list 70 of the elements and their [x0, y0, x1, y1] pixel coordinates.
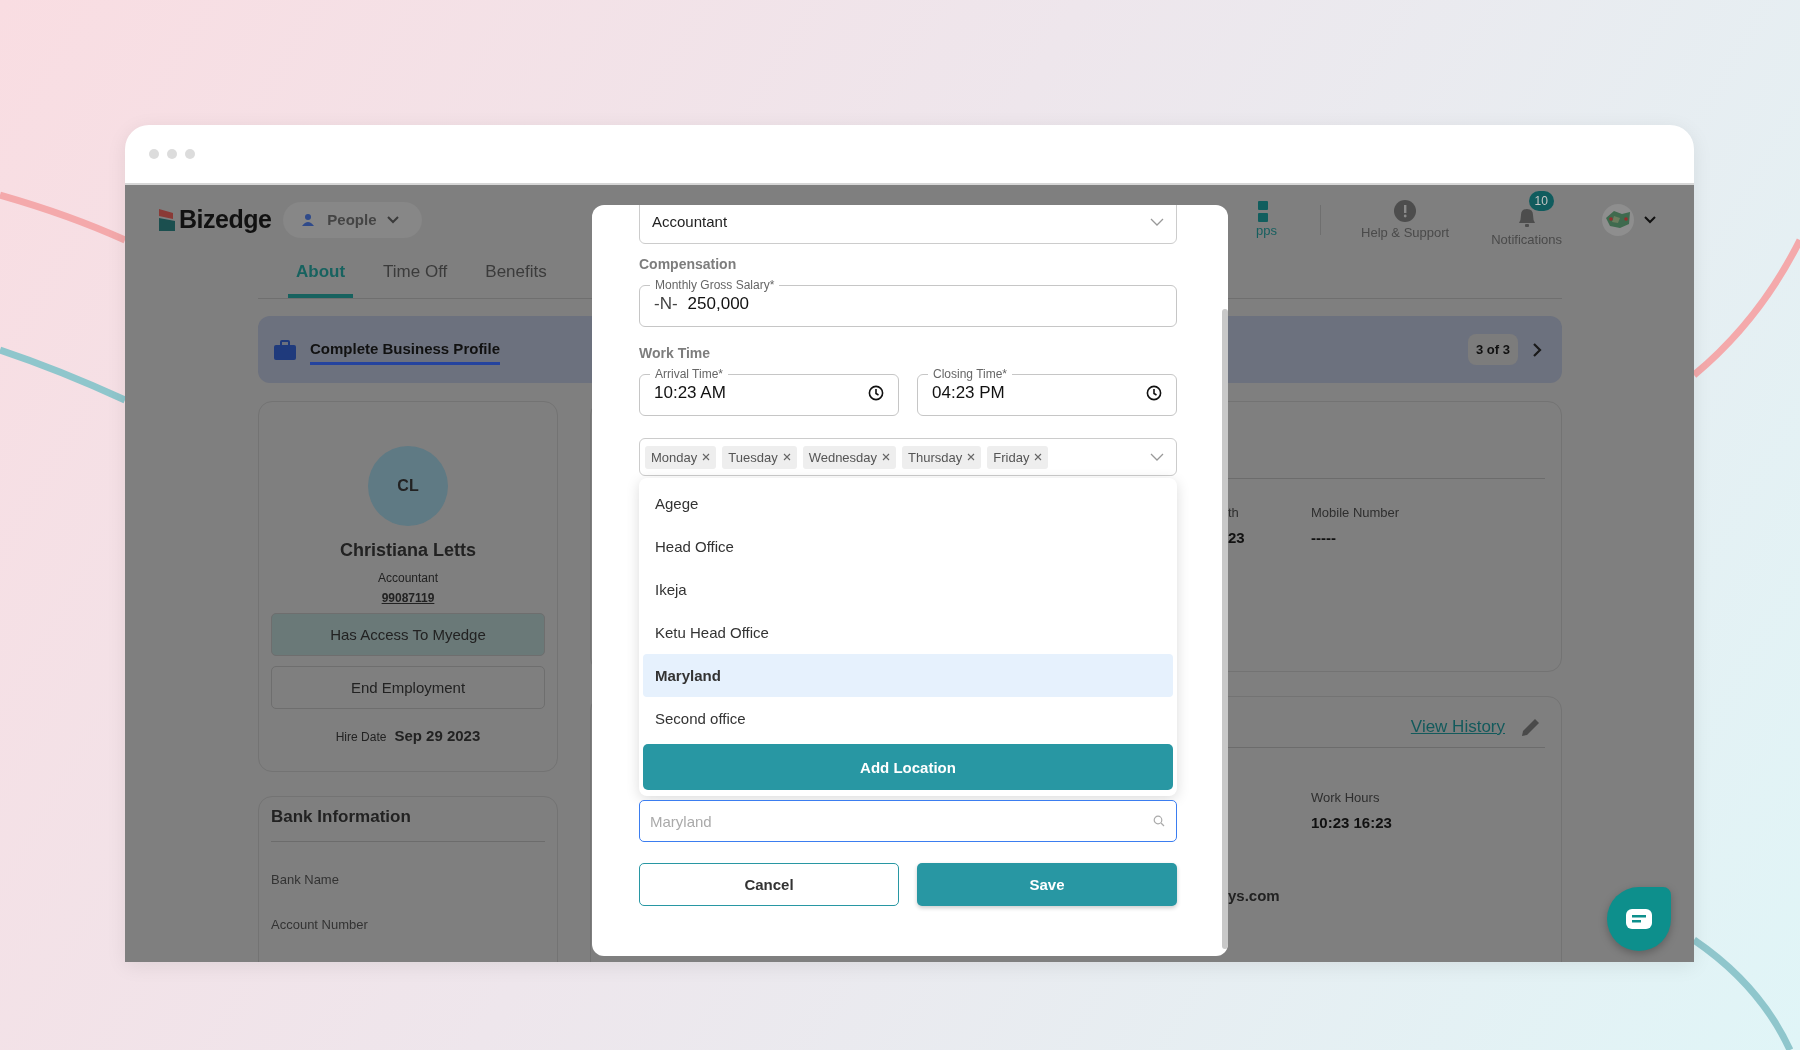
access-button[interactable]: Has Access To Myedge [271, 613, 545, 656]
dropdown-option[interactable]: Ketu Head Office [643, 611, 1173, 654]
section-heading: Compensation [639, 256, 738, 272]
chat-button[interactable] [1607, 887, 1671, 951]
hire-date-label: Hire Date [335, 730, 387, 744]
remove-icon[interactable] [967, 453, 976, 461]
salary-field[interactable]: Monthly Gross Salary* -N- 250,000 [639, 278, 1177, 327]
field-value: 23 [1228, 529, 1246, 546]
alert-icon [1394, 199, 1417, 222]
tab[interactable]: Benefits [477, 254, 555, 298]
section-heading: Work Time [639, 345, 712, 361]
job-title-select[interactable]: Accountant [639, 205, 1177, 244]
employee-role: Accountant [377, 571, 438, 585]
logo-icon [157, 206, 177, 233]
remove-icon[interactable] [782, 453, 791, 461]
clock-icon[interactable] [868, 385, 884, 401]
chat-bubble-icon [1626, 909, 1652, 929]
work-days-select[interactable]: Monday Tuesday Wednesday Thursday Friday [639, 438, 1177, 476]
field-label: Bank Name [271, 872, 340, 887]
remove-icon[interactable] [1034, 453, 1043, 461]
cancel-button[interactable]: Cancel [639, 863, 899, 906]
window-dot [149, 149, 159, 159]
chevron-down-icon[interactable] [1644, 215, 1656, 224]
initials-avatar: CL [368, 446, 448, 526]
field-value: ----- [1311, 529, 1337, 546]
employee-name: Christiana Letts [340, 540, 476, 561]
field-value: ys.com [1228, 887, 1281, 904]
grid-icon [1256, 201, 1268, 223]
save-button[interactable]: Save [917, 863, 1177, 906]
tab[interactable]: Time Off [375, 254, 456, 298]
day-chip: Thursday [902, 445, 982, 469]
day-chip: Wednesday [802, 445, 897, 469]
add-location-button[interactable]: Add Location [643, 744, 1173, 790]
time-field[interactable]: Closing Time* 04:23 PM [917, 367, 1177, 416]
clock-icon[interactable] [1146, 385, 1162, 401]
day-chip: Tuesday [722, 445, 797, 469]
window-dot [185, 149, 195, 159]
dropdown-option[interactable]: Maryland [643, 654, 1173, 697]
step-counter: 3 of 3 [1468, 334, 1518, 365]
dropdown-option[interactable]: Second office [643, 697, 1173, 740]
dropdown-option[interactable]: Head Office [643, 525, 1173, 568]
chevron-down-icon [386, 215, 399, 224]
search-icon [1153, 815, 1165, 827]
dropdown-option[interactable]: Ikeja [643, 568, 1173, 611]
banner-title: Complete Business Profile [310, 339, 501, 365]
chevron-right-icon[interactable] [1532, 341, 1542, 358]
location-search-field[interactable]: Maryland [639, 800, 1177, 842]
end-employment-button[interactable]: End Employment [271, 666, 545, 709]
logo-text: Bizedge [179, 205, 272, 234]
remove-icon[interactable] [702, 453, 711, 461]
window-dot [167, 149, 177, 159]
chevron-down-icon [1150, 217, 1164, 226]
module-switcher[interactable]: People [283, 201, 423, 238]
field-label: th [1228, 505, 1240, 520]
employee-id-link[interactable]: 99087119 [381, 591, 435, 605]
field-value: 10:23 16:23 [1311, 814, 1392, 831]
hire-date-value: Sep 29 2023 [394, 727, 481, 744]
card-title: Bank Information [271, 807, 545, 842]
field-label: Mobile Number [1311, 505, 1400, 520]
day-chip: Monday [645, 445, 717, 469]
field-label: Account Number [271, 917, 369, 932]
day-chip: Friday [987, 445, 1049, 469]
briefcase-icon [274, 339, 296, 360]
remove-icon[interactable] [882, 453, 891, 461]
dropdown-option[interactable]: Agege [643, 482, 1173, 525]
notification-count-badge: 10 [1528, 190, 1554, 211]
field-label: Work Hours [1311, 790, 1381, 805]
chevron-down-icon [1150, 453, 1164, 461]
time-field[interactable]: Arrival Time* 10:23 AM [639, 367, 899, 416]
scrollbar-thumb[interactable] [1222, 309, 1228, 949]
